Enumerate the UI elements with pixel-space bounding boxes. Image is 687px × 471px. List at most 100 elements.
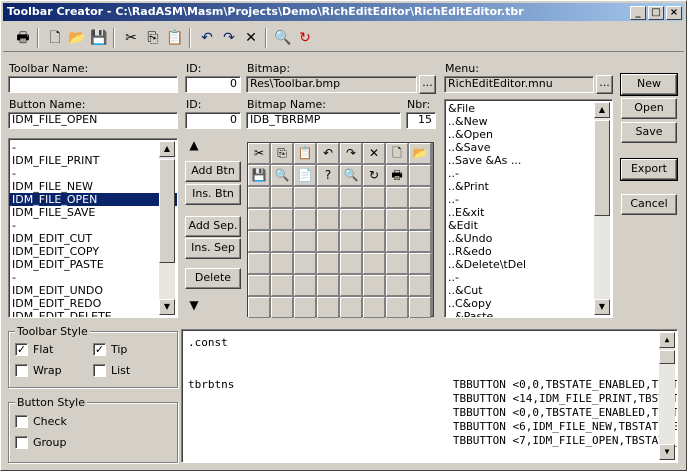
cut-icon[interactable]: ✂ [248, 143, 270, 164]
bitmap-grid-cell[interactable] [248, 187, 270, 208]
bitmap-grid-cell[interactable] [363, 209, 385, 230]
bitmap-grid-cell[interactable] [271, 231, 293, 252]
tip-checkbox[interactable]: ✓ [93, 343, 106, 356]
redo-icon[interactable]: ↷ [219, 28, 239, 48]
menu-list-item[interactable]: ..Save &As ... [445, 154, 612, 167]
check-checkbox[interactable] [15, 415, 28, 428]
scroll-thumb[interactable] [659, 350, 675, 364]
menu-list-item[interactable]: ..- [445, 167, 612, 180]
bitmap-grid[interactable]: ✂ ⎘ 📋 ↶ ↷ ✕ 🗋 📂 💾 🔍 📄? 🔍 ↻ 🖶 [247, 142, 434, 318]
ins-sep-button[interactable]: Ins. Sep [185, 238, 241, 259]
page-setup-icon[interactable]: 📄 [294, 165, 316, 186]
bitmap-grid-cell[interactable] [363, 231, 385, 252]
new-file-icon[interactable]: 🗋 [386, 143, 408, 164]
button-list-item[interactable]: - [9, 141, 177, 154]
bitmap-grid-cell[interactable] [248, 231, 270, 252]
bitmap-grid-cell[interactable] [340, 231, 362, 252]
ins-btn-button[interactable]: Ins. Btn [185, 184, 241, 205]
menu-list-item[interactable]: &Edit [445, 219, 612, 232]
button-list-scrollbar[interactable]: ▲ ▼ [159, 141, 175, 315]
button-listbox[interactable]: - IDM_FILE_PRINT - IDM_FILE_NEW IDM_FILE_OPE… [8, 138, 178, 318]
menu-list-item[interactable]: ..&Open [445, 128, 612, 141]
button-list-item[interactable]: IDM_FILE_SAVE [9, 206, 177, 219]
bitmap-grid-cell[interactable] [248, 297, 270, 318]
menu-list-item[interactable]: &File [445, 102, 612, 115]
save-icon[interactable]: 💾 [89, 28, 109, 48]
bitmap-grid-cell[interactable] [386, 275, 408, 296]
menu-list-item[interactable]: ..- [445, 193, 612, 206]
bitmap-grid-cell[interactable] [363, 253, 385, 274]
bitmap-grid-cell[interactable] [317, 187, 339, 208]
bitmap-grid-cell[interactable] [248, 209, 270, 230]
bitmap-grid-cell[interactable] [409, 297, 431, 318]
bitmap-grid-cell[interactable] [294, 297, 316, 318]
replace-icon[interactable]: ↻ [363, 165, 385, 186]
bitmap-grid-cell[interactable] [409, 209, 431, 230]
menu-list-item[interactable]: ..&Cut [445, 284, 612, 297]
button-list-item[interactable]: IDM_EDIT_REDO [9, 297, 177, 310]
button-list-item[interactable]: IDM_EDIT_DELETE [9, 310, 177, 317]
delete-icon[interactable]: ✕ [363, 143, 385, 164]
bitmap-grid-cell[interactable] [386, 297, 408, 318]
redo-icon[interactable]: ↷ [340, 143, 362, 164]
bitmap-grid-cell[interactable] [386, 187, 408, 208]
bitmap-grid-cell[interactable] [340, 297, 362, 318]
bitmap-grid-cell[interactable] [294, 253, 316, 274]
bitmap-grid-cell[interactable] [363, 275, 385, 296]
button-list-item[interactable]: - [9, 271, 177, 284]
bitmap-grid-cell[interactable] [340, 253, 362, 274]
delete-icon[interactable]: ✕ [241, 28, 261, 48]
save-button[interactable]: Save [621, 122, 677, 143]
bitmap-grid-cell[interactable] [386, 253, 408, 274]
move-down-arrow-icon[interactable]: ▼ [187, 297, 201, 313]
bitmap-grid-cell[interactable] [271, 297, 293, 318]
bitmap-grid-cell[interactable] [340, 187, 362, 208]
scroll-thumb[interactable] [159, 159, 175, 263]
open-folder-icon[interactable]: 📂 [409, 143, 431, 164]
toolbar-name-input[interactable] [8, 76, 178, 93]
undo-icon[interactable]: ↶ [197, 28, 217, 48]
bitmap-grid-cell[interactable] [271, 253, 293, 274]
scroll-down-arrow[interactable]: ▼ [594, 299, 610, 315]
button-list-item[interactable]: IDM_EDIT_CUT [9, 232, 177, 245]
maximize-button[interactable]: □ [648, 6, 664, 20]
cut-icon[interactable]: ✂ [121, 28, 141, 48]
menu-browse-button[interactable]: ... [596, 75, 613, 94]
button-list-item[interactable]: - [9, 167, 177, 180]
wrap-checkbox[interactable] [15, 364, 28, 377]
delete-button[interactable]: Delete [185, 268, 241, 289]
bitmap-grid-cell[interactable] [409, 165, 431, 186]
scroll-up-arrow[interactable]: ▲ [159, 141, 175, 157]
bitmap-grid-cell[interactable] [271, 209, 293, 230]
menu-list-item[interactable]: ..&Paste [445, 310, 612, 317]
close-button[interactable]: × [666, 6, 682, 20]
group-checkbox[interactable] [15, 436, 28, 449]
bitmap-grid-cell[interactable] [294, 187, 316, 208]
menu-list-item[interactable]: ..E&xit [445, 206, 612, 219]
scroll-up-arrow[interactable]: ▲ [659, 332, 675, 348]
bitmap-name-input[interactable]: IDB_TBRBMP [246, 112, 401, 129]
open-button[interactable]: Open [621, 98, 677, 119]
copy-icon[interactable]: ⎘ [143, 28, 163, 48]
bitmap-grid-cell[interactable] [363, 297, 385, 318]
button-list-item[interactable]: - [9, 219, 177, 232]
cancel-button[interactable]: Cancel [621, 194, 677, 215]
bitmap-grid-cell[interactable] [386, 231, 408, 252]
bitmap-grid-cell[interactable] [317, 231, 339, 252]
menu-list-item[interactable]: ..&New [445, 115, 612, 128]
minimize-button[interactable]: _ [630, 6, 646, 20]
bitmap-grid-cell[interactable] [248, 275, 270, 296]
scroll-thumb[interactable] [594, 120, 610, 216]
bitmap-grid-cell[interactable] [317, 209, 339, 230]
nbr-input[interactable]: 15 [406, 112, 436, 129]
new-button[interactable]: New [620, 73, 678, 96]
button-list-item[interactable]: IDM_EDIT_COPY [9, 245, 177, 258]
bitmap-grid-cell[interactable] [271, 275, 293, 296]
bitmap-browse-button[interactable]: ... [419, 75, 436, 94]
save-icon[interactable]: 💾 [248, 165, 270, 186]
menu-list-scrollbar[interactable]: ▲ ▼ [594, 102, 610, 315]
bitmap-grid-cell[interactable] [317, 275, 339, 296]
menu-list-item[interactable]: ..R&edo [445, 245, 612, 258]
bitmap-grid-cell[interactable] [386, 209, 408, 230]
title-bar[interactable]: Toolbar Creator - C:\RadASM\Masm\Project… [3, 3, 684, 21]
